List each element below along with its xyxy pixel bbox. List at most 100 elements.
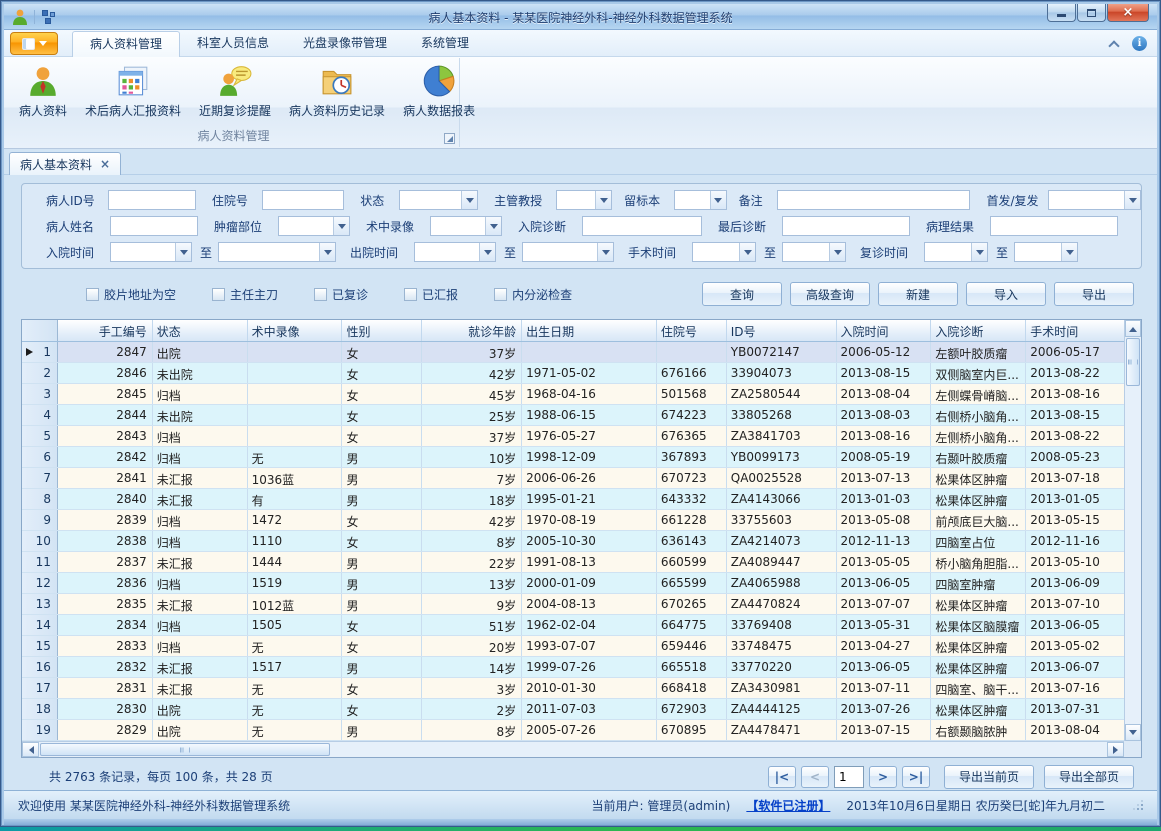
dropdown-arrow-icon[interactable] <box>595 191 611 209</box>
software-registered-link[interactable]: 【软件已注册】 <box>746 797 830 814</box>
next-page-button[interactable]: > <box>869 766 897 788</box>
app-menu-button[interactable] <box>10 32 58 55</box>
scroll-left-button[interactable] <box>22 742 39 757</box>
document-tab-patient-basic-data[interactable]: 病人基本资料 × <box>9 152 121 175</box>
professor-select[interactable] <box>556 190 612 210</box>
reported-checkbox[interactable]: 已汇报 <box>404 286 458 303</box>
column-header-admit-time[interactable]: 入院时间 <box>837 320 932 341</box>
advanced-query-button[interactable]: 高级查询 <box>790 282 870 306</box>
admit-time-to-select[interactable] <box>218 242 336 262</box>
scroll-right-button[interactable] <box>1107 742 1124 757</box>
admit-time-from-select[interactable] <box>110 242 192 262</box>
scroll-up-button[interactable] <box>1125 320 1141 337</box>
row-header[interactable]: 17 <box>22 678 58 698</box>
scroll-down-button[interactable] <box>1125 724 1141 741</box>
ribbon-tab-patient-management[interactable]: 病人资料管理 <box>72 31 180 57</box>
row-header[interactable]: 11 <box>22 552 58 572</box>
chief-surgeon-checkbox[interactable]: 主任主刀 <box>212 286 278 303</box>
tumor-site-select[interactable] <box>278 216 350 236</box>
row-header[interactable]: 18 <box>22 699 58 719</box>
table-row[interactable]: 122836归档1519男13岁2000-01-09665599ZA406598… <box>22 573 1124 594</box>
column-header-age[interactable]: 就诊年龄 <box>422 320 522 341</box>
final-diagnosis-input[interactable] <box>782 216 910 236</box>
maximize-button[interactable] <box>1077 4 1106 22</box>
row-header[interactable]: 16 <box>22 657 58 677</box>
last-page-button[interactable]: >| <box>902 766 930 788</box>
row-header[interactable]: 2 <box>22 363 58 383</box>
row-header[interactable]: 7 <box>22 468 58 488</box>
table-row[interactable]: 62842归档无男10岁1998-12-09367893YB0099173200… <box>22 447 1124 468</box>
row-header[interactable]: 6 <box>22 447 58 467</box>
dropdown-arrow-icon[interactable] <box>710 191 726 209</box>
column-header-intraop-video[interactable]: 术中录像 <box>248 320 343 341</box>
new-button[interactable]: 新建 <box>878 282 958 306</box>
table-row[interactable]: 92839归档1472女42岁1970-08-19661228337556032… <box>22 510 1124 531</box>
table-row[interactable]: 72841未汇报1036蓝男7岁2006-06-26670723QA002552… <box>22 468 1124 489</box>
discharge-time-to-select[interactable] <box>522 242 614 262</box>
admit-diagnosis-input[interactable] <box>582 216 702 236</box>
table-row[interactable]: 132835未汇报1012蓝男9岁2004-08-13670265ZA44708… <box>22 594 1124 615</box>
remark-input[interactable] <box>777 190 970 210</box>
dropdown-arrow-icon[interactable] <box>971 243 987 261</box>
minimize-button[interactable] <box>1047 4 1076 22</box>
surgery-time-from-select[interactable] <box>692 242 756 262</box>
table-row[interactable]: 82840未汇报有男18岁1995-01-21643332ZA414306620… <box>22 489 1124 510</box>
export-all-pages-button[interactable]: 导出全部页 <box>1044 765 1134 789</box>
vertical-scrollbar[interactable] <box>1124 320 1141 741</box>
import-button[interactable]: 导入 <box>966 282 1046 306</box>
ribbon-tab-disc-tape-management[interactable]: 光盘录像带管理 <box>286 30 404 57</box>
patient-name-input[interactable] <box>110 216 198 236</box>
close-tab-icon[interactable]: × <box>100 158 110 170</box>
table-row[interactable]: 182830出院无女2岁2011-07-03672903ZA4444125201… <box>22 699 1124 720</box>
dropdown-arrow-icon[interactable] <box>175 243 191 261</box>
dropdown-arrow-icon[interactable] <box>479 243 495 261</box>
first-page-button[interactable]: |< <box>768 766 796 788</box>
status-select[interactable] <box>399 190 478 210</box>
patient-history-records-button[interactable]: 病人资料历史记录 <box>280 60 394 121</box>
endocrine-exam-checkbox[interactable]: 内分泌检查 <box>494 286 572 303</box>
discharge-time-from-select[interactable] <box>414 242 496 262</box>
column-header-gender[interactable]: 性别 <box>342 320 422 341</box>
revisit-time-to-select[interactable] <box>1014 242 1078 262</box>
query-button[interactable]: 查询 <box>702 282 782 306</box>
dropdown-arrow-icon[interactable] <box>829 243 845 261</box>
revisit-time-from-select[interactable] <box>924 242 988 262</box>
row-header[interactable]: 5 <box>22 426 58 446</box>
export-button[interactable]: 导出 <box>1054 282 1134 306</box>
table-row[interactable]: 142834归档1505女51岁1962-02-0466477533769408… <box>22 615 1124 636</box>
horizontal-scrollbar[interactable] <box>22 741 1124 757</box>
dropdown-arrow-icon[interactable] <box>739 243 755 261</box>
horizontal-scroll-thumb[interactable] <box>40 743 330 756</box>
table-row[interactable]: 52843归档女37岁1976-05-27676365ZA38417032013… <box>22 426 1124 447</box>
ribbon-tab-department-staff[interactable]: 科室人员信息 <box>180 30 286 57</box>
row-header[interactable]: 12 <box>22 573 58 593</box>
dropdown-arrow-icon[interactable] <box>485 217 501 235</box>
ribbon-tab-system-management[interactable]: 系统管理 <box>404 30 486 57</box>
column-header-birth-date[interactable]: 出生日期 <box>522 320 657 341</box>
close-button[interactable]: × <box>1107 4 1149 22</box>
table-row[interactable]: 12847出院女37岁YB00721472006-05-12左额叶胶质瘤2006… <box>22 342 1124 363</box>
resize-grip-icon[interactable] <box>1131 799 1143 811</box>
column-header-surgery-time[interactable]: 手术时间 <box>1026 320 1124 341</box>
dropdown-arrow-icon[interactable] <box>461 191 477 209</box>
surgery-time-to-select[interactable] <box>782 242 846 262</box>
row-header[interactable]: 13 <box>22 594 58 614</box>
column-header-admit-diagnosis[interactable]: 入院诊断 <box>931 320 1026 341</box>
dropdown-arrow-icon[interactable] <box>319 243 335 261</box>
intraop-video-select[interactable] <box>430 216 502 236</box>
row-header[interactable]: 1 <box>22 342 58 362</box>
dropdown-arrow-icon[interactable] <box>1124 191 1140 209</box>
table-row[interactable]: 162832未汇报1517男14岁1999-07-266655183377022… <box>22 657 1124 678</box>
row-header[interactable]: 15 <box>22 636 58 656</box>
row-header[interactable]: 3 <box>22 384 58 404</box>
row-header[interactable]: 4 <box>22 405 58 425</box>
dropdown-arrow-icon[interactable] <box>333 217 349 235</box>
pathology-result-input[interactable] <box>990 216 1118 236</box>
table-row[interactable]: 22846未出院女42岁1971-05-02676166339040732013… <box>22 363 1124 384</box>
table-row[interactable]: 152833归档无女20岁1993-07-0765944633748475201… <box>22 636 1124 657</box>
film-address-empty-checkbox[interactable]: 胶片地址为空 <box>86 286 176 303</box>
dropdown-arrow-icon[interactable] <box>597 243 613 261</box>
specimen-select[interactable] <box>674 190 726 210</box>
first-recur-select[interactable] <box>1048 190 1141 210</box>
column-header-admission-no[interactable]: 住院号 <box>657 320 727 341</box>
